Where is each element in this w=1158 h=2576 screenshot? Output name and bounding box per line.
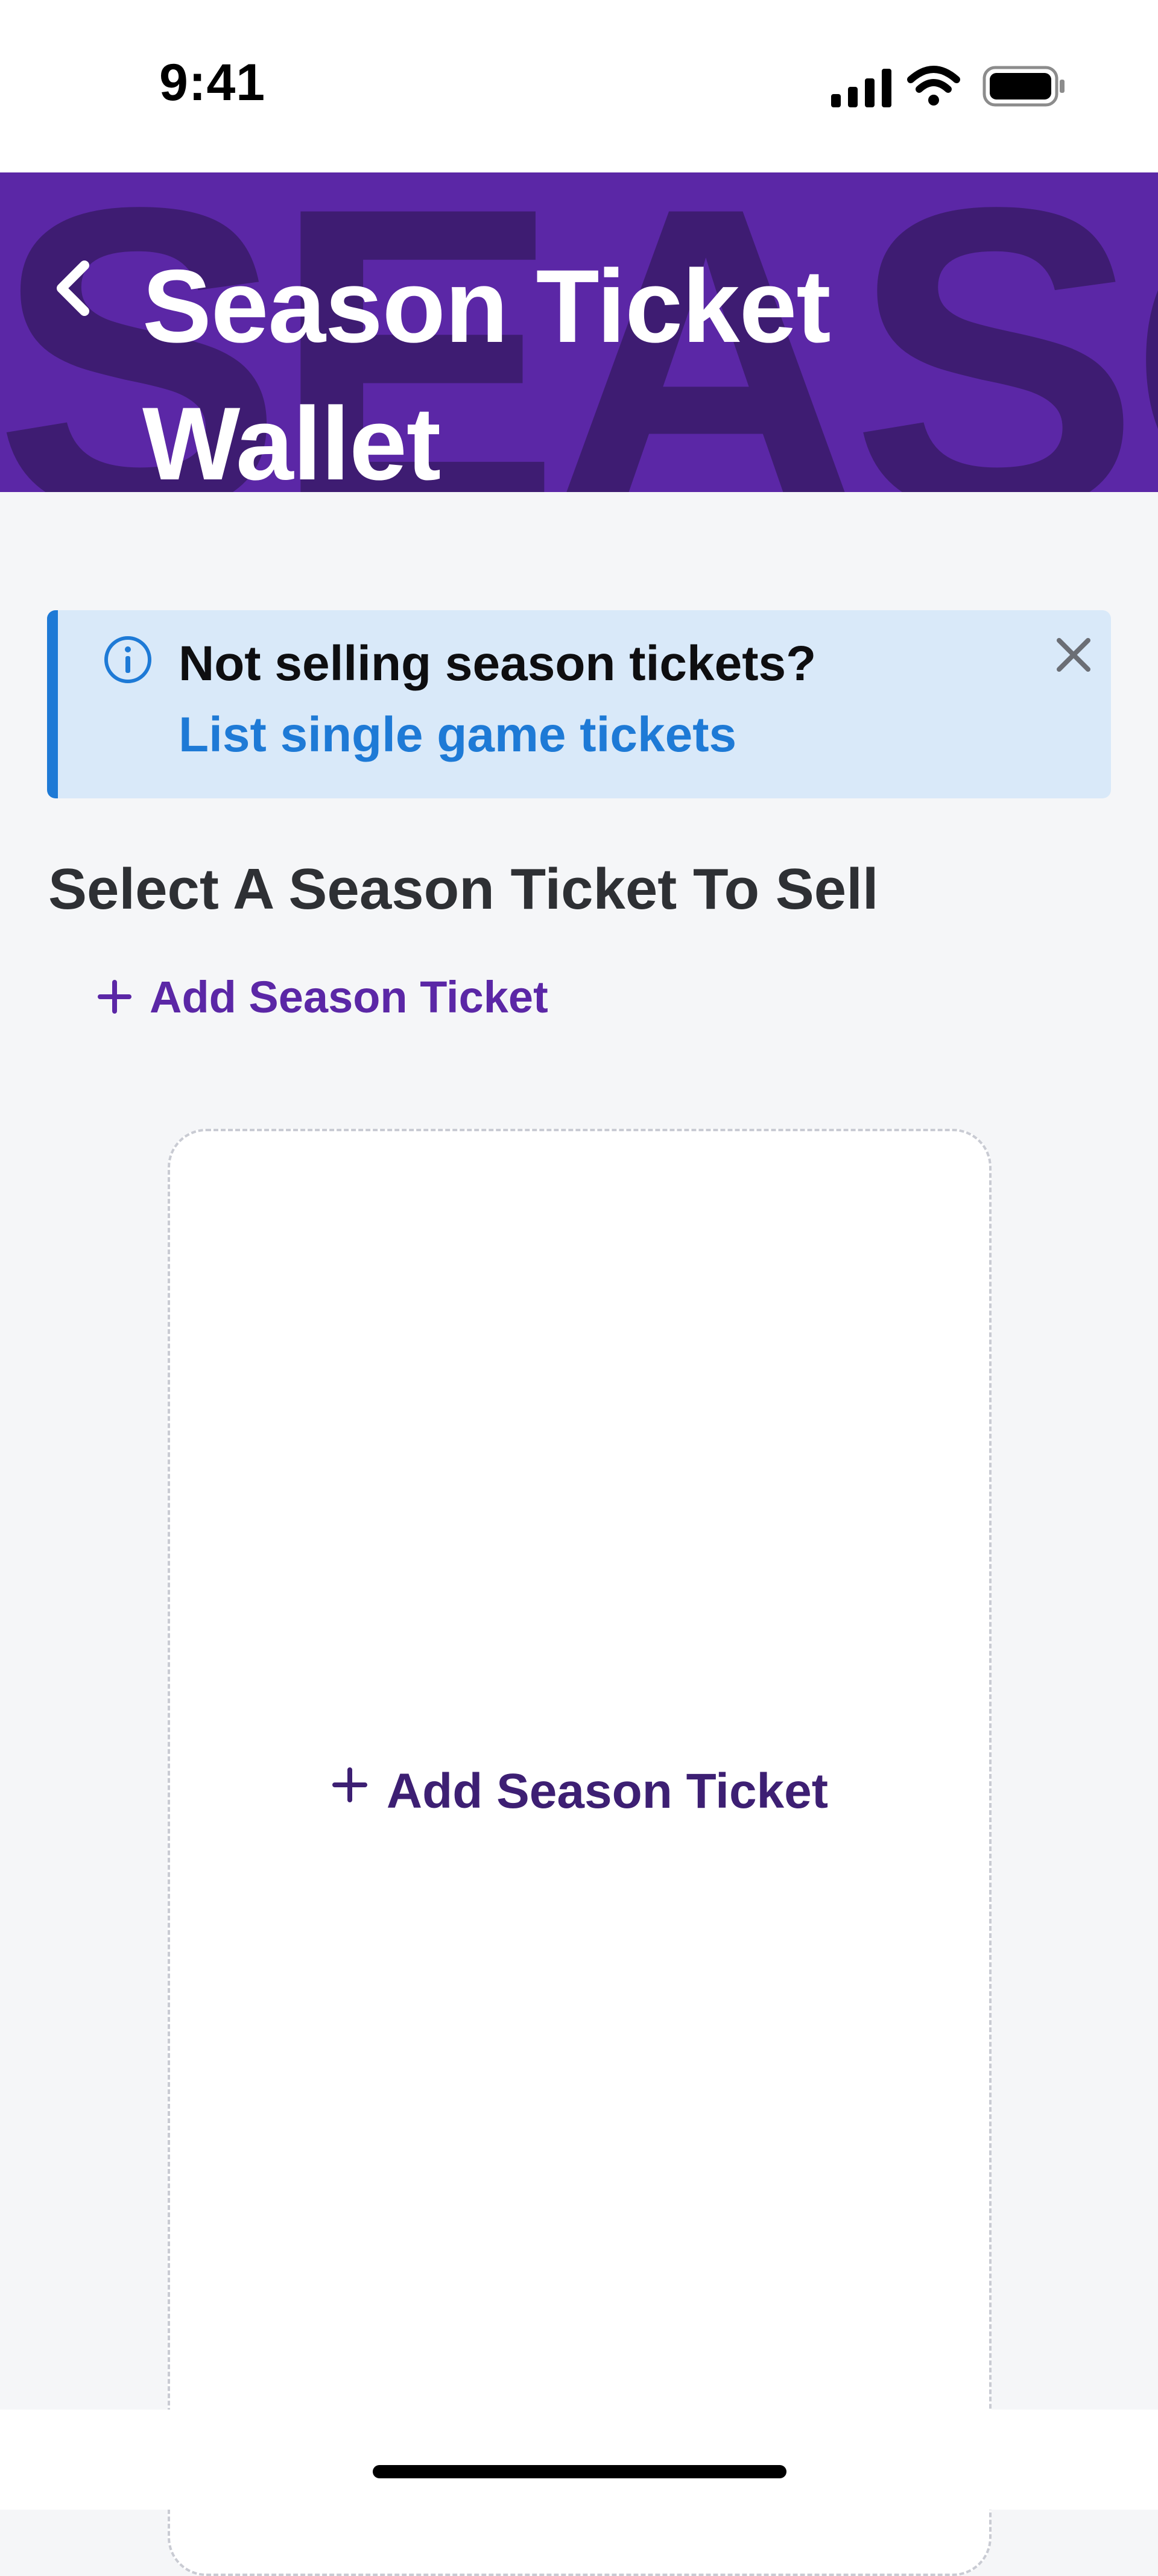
status-bar: 9:41 bbox=[0, 0, 1158, 172]
info-icon bbox=[104, 636, 151, 683]
add-season-ticket-card[interactable]: Add Season Ticket bbox=[168, 1129, 992, 2576]
info-banner: Not selling season tickets? List single … bbox=[47, 610, 1111, 798]
status-icons bbox=[831, 66, 1065, 107]
back-button[interactable] bbox=[31, 245, 116, 329]
list-single-game-tickets-link[interactable]: List single game tickets bbox=[179, 707, 736, 763]
status-time: 9:41 bbox=[159, 54, 266, 112]
wifi-icon bbox=[907, 66, 960, 106]
page-title: Season Ticket Wallet bbox=[142, 248, 831, 492]
plus-icon bbox=[98, 980, 131, 1014]
add-season-ticket-label: Add Season Ticket bbox=[150, 971, 548, 1022]
section-title: Select A Season Ticket To Sell bbox=[48, 857, 879, 921]
add-season-ticket-link[interactable]: Add Season Ticket bbox=[96, 970, 548, 1024]
battery-icon bbox=[982, 66, 1065, 107]
card-add-season-ticket-button[interactable]: Add Season Ticket bbox=[170, 1763, 989, 1820]
banner-close-button[interactable] bbox=[1051, 632, 1096, 678]
banner-message: Not selling season tickets? bbox=[179, 636, 817, 691]
home-indicator[interactable] bbox=[373, 2465, 786, 2478]
chevron-left-icon bbox=[57, 260, 89, 316]
home-indicator-area bbox=[0, 2410, 1158, 2510]
plus-icon bbox=[332, 1767, 367, 1802]
cellular-signal-icon bbox=[831, 69, 891, 107]
page-header: SEASON T Season Ticket Wallet bbox=[0, 172, 1158, 492]
close-icon bbox=[1057, 638, 1090, 672]
card-add-season-ticket-label: Add Season Ticket bbox=[386, 1764, 829, 1819]
banner-accent-bar bbox=[47, 610, 58, 798]
